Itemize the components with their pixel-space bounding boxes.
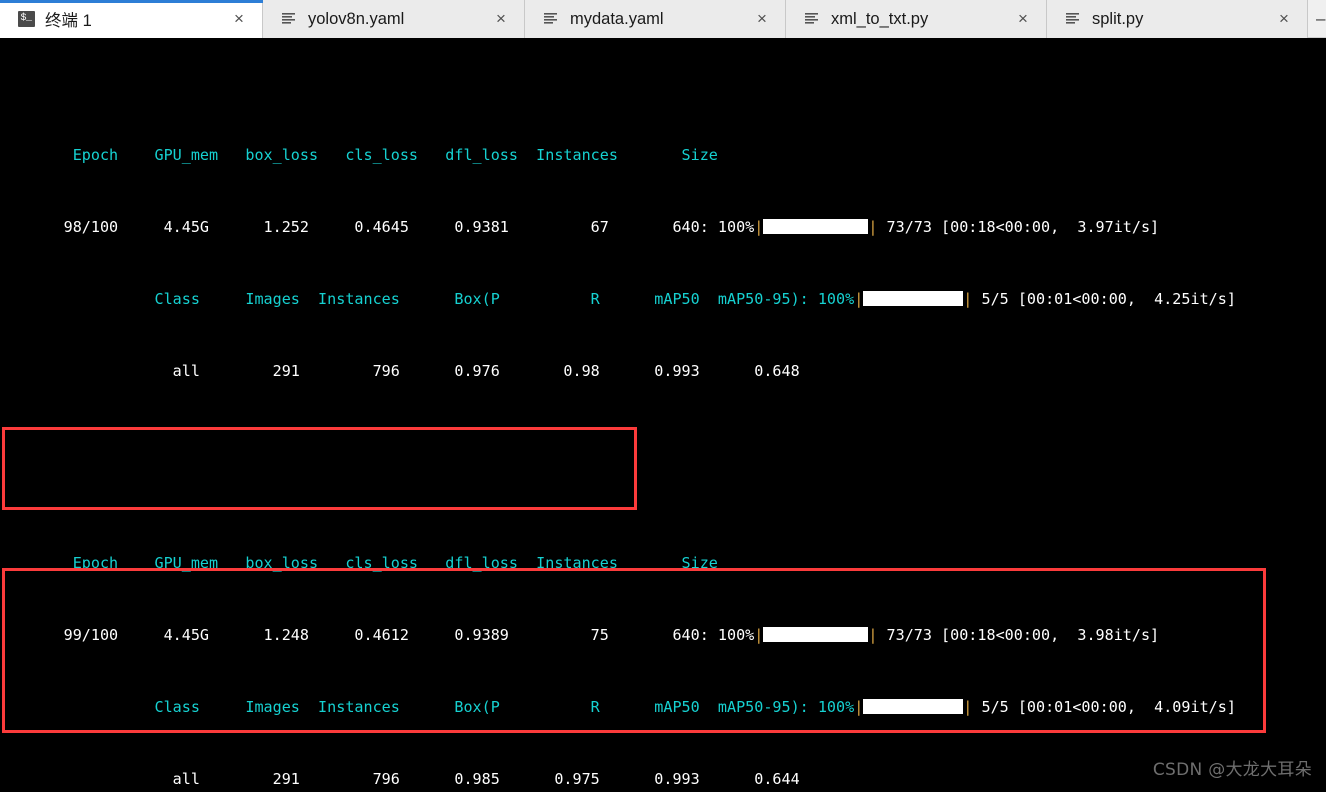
tab-label: mydata.yaml: [570, 9, 664, 28]
tab-bar: $_ 终端 1 × yolov8n.yaml × mydata.yaml × x…: [0, 0, 1326, 38]
tab-label: split.py: [1092, 9, 1144, 28]
tab-close-icon[interactable]: ×: [492, 10, 510, 28]
epoch-values: 99/100 4.45G 1.248 0.4612 0.9389 75 640:…: [0, 626, 1160, 644]
tab-close-icon[interactable]: ×: [230, 10, 248, 28]
tab-close-icon[interactable]: ×: [1275, 10, 1293, 28]
val-header: Class Images Instances Box(P R mAP50 mAP…: [0, 698, 1236, 716]
tab-yolov8n-yaml[interactable]: yolov8n.yaml ×: [263, 0, 525, 38]
val-header: Class Images Instances Box(P R mAP50 mAP…: [0, 290, 1236, 308]
tab-label: 终端 1: [45, 12, 92, 30]
file-lines-icon: [1064, 10, 1082, 28]
terminal-icon: $_: [17, 10, 35, 28]
active-tab-accent: [0, 0, 263, 3]
minimize-button[interactable]: –: [1308, 0, 1326, 37]
file-lines-icon: [542, 10, 560, 28]
val-row: all 291 796 0.976 0.98 0.993 0.648: [0, 362, 800, 380]
epoch-header: Epoch GPU_mem box_loss cls_loss dfl_loss…: [0, 146, 718, 164]
terminal-viewport[interactable]: Epoch GPU_mem box_loss cls_loss dfl_loss…: [0, 38, 1326, 792]
terminal-scrollbar[interactable]: [1312, 38, 1326, 792]
terminal-window: $_ 终端 1 × yolov8n.yaml × mydata.yaml × x…: [0, 0, 1326, 792]
file-lines-icon: [280, 10, 298, 28]
file-lines-icon: [803, 10, 821, 28]
tab-close-icon[interactable]: ×: [753, 10, 771, 28]
tab-label: yolov8n.yaml: [308, 9, 405, 28]
tab-label: xml_to_txt.py: [831, 9, 929, 28]
tab-close-icon[interactable]: ×: [1014, 10, 1032, 28]
terminal-output: Epoch GPU_mem box_loss cls_loss dfl_loss…: [0, 38, 1312, 792]
csdn-watermark: CSDN @大龙大耳朵: [1152, 760, 1312, 780]
tab-terminal-1[interactable]: $_ 终端 1 ×: [0, 0, 263, 38]
tab-split-py[interactable]: split.py ×: [1047, 0, 1308, 38]
val-row: all 291 796 0.985 0.975 0.993 0.644: [0, 770, 800, 788]
tab-mydata-yaml[interactable]: mydata.yaml ×: [525, 0, 786, 38]
epoch-header: Epoch GPU_mem box_loss cls_loss dfl_loss…: [0, 554, 718, 572]
tab-xml-to-txt-py[interactable]: xml_to_txt.py ×: [786, 0, 1047, 38]
epoch-values: 98/100 4.45G 1.252 0.4645 0.9381 67 640:…: [0, 218, 1160, 236]
